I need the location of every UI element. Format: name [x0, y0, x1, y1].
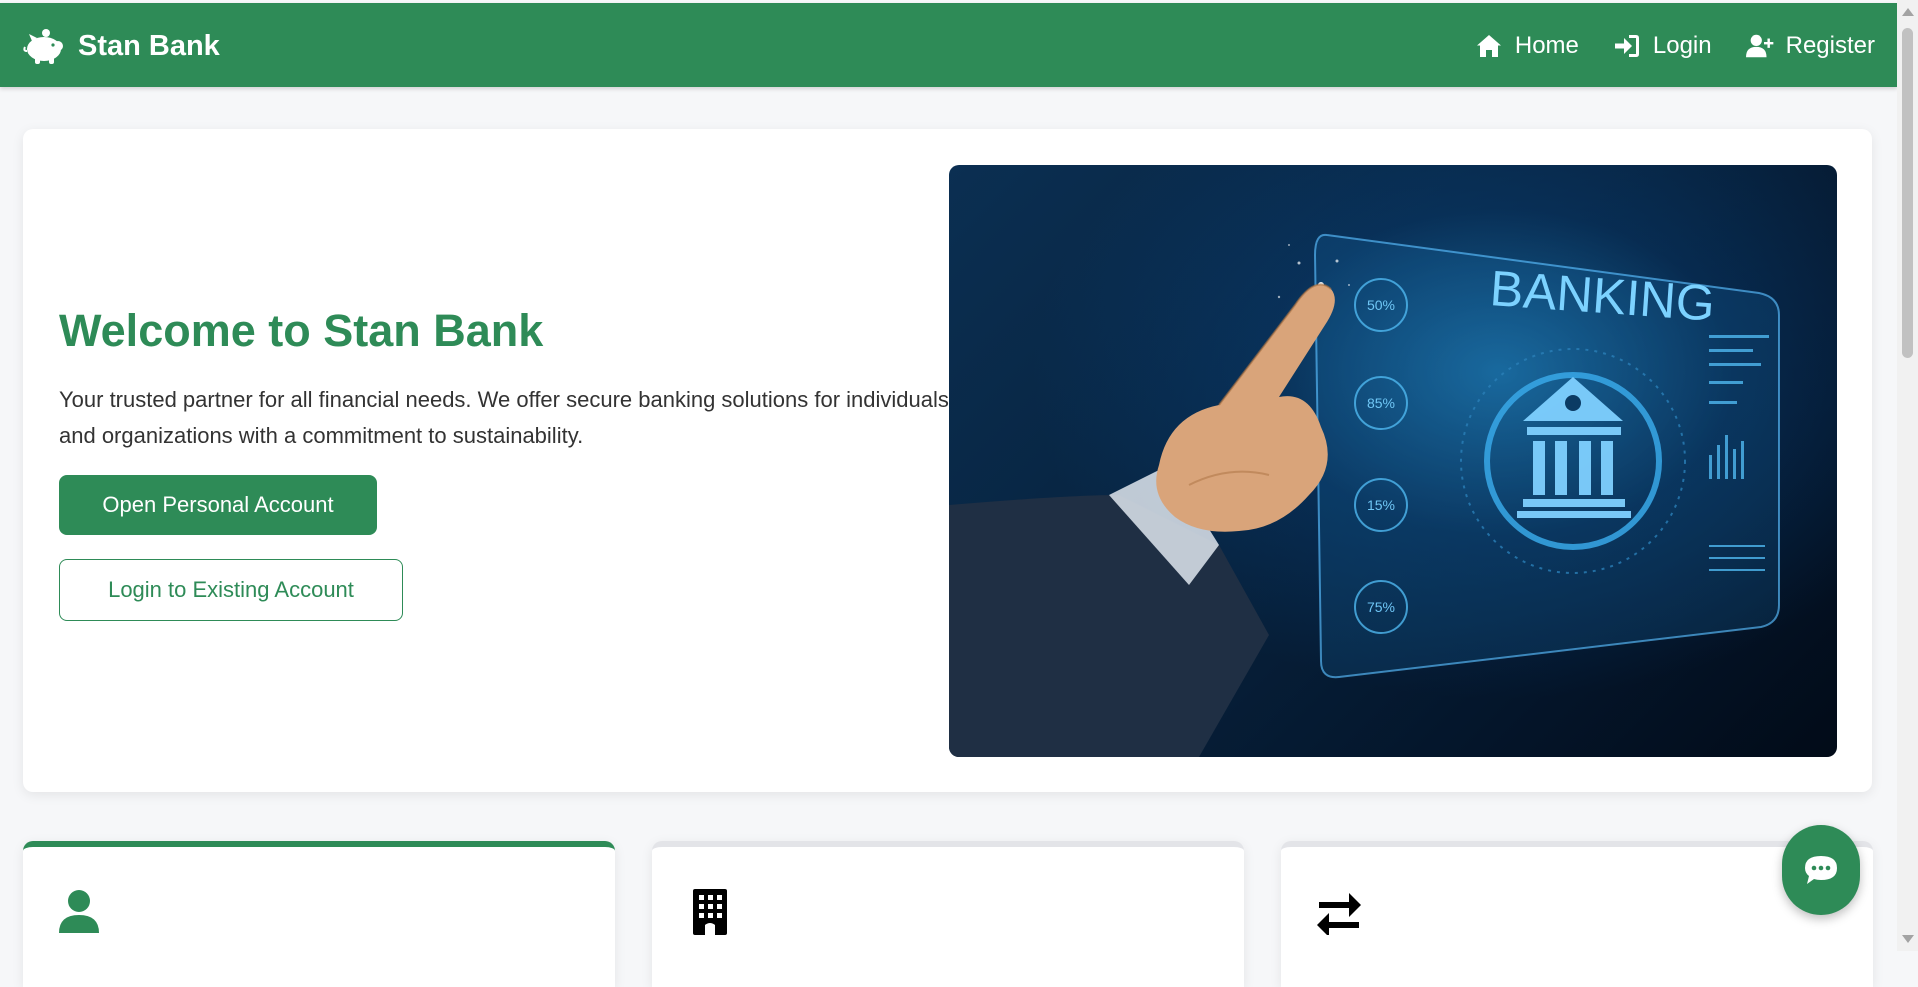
nav-login-link[interactable]: Login: [1613, 32, 1712, 60]
feature-card-business[interactable]: [652, 841, 1244, 987]
stat-label-2: 85%: [1367, 395, 1395, 411]
chat-button[interactable]: [1782, 825, 1860, 915]
brand-name: Stan Bank: [78, 29, 220, 62]
user-plus-icon: [1745, 34, 1773, 58]
scroll-up-arrow-icon[interactable]: [1902, 8, 1914, 16]
home-icon: [1476, 35, 1501, 57]
stat-label-3: 15%: [1367, 497, 1395, 513]
nav-register-label: Register: [1785, 32, 1875, 59]
piggy-bank-icon: [23, 29, 63, 64]
hero-description: Your trusted partner for all financial n…: [59, 387, 949, 448]
banking-illustration: BANKING 50% 85% 15% 75%: [949, 233, 1780, 757]
nav-register-link[interactable]: Register: [1745, 32, 1875, 60]
hero-title: Welcome to Stan Bank: [59, 305, 544, 356]
open-personal-account-button[interactable]: Open Personal Account: [59, 475, 377, 535]
user-icon: [59, 890, 99, 933]
hero-card: Welcome to Stan Bank Your trusted partne…: [23, 129, 1872, 792]
nav-links: Home Login Register: [1475, 27, 1875, 65]
sign-in-icon: [1614, 35, 1639, 57]
chat-bubble-icon: [1805, 856, 1837, 884]
brand-link[interactable]: Stan Bank: [22, 27, 220, 65]
stat-label-1: 50%: [1367, 297, 1395, 313]
building-icon: [693, 889, 727, 935]
navbar: Stan Bank Home Login Register: [0, 3, 1897, 87]
nav-home-link[interactable]: Home: [1475, 32, 1579, 60]
feature-card-personal[interactable]: [23, 841, 615, 987]
page-scrollbar[interactable]: [1897, 0, 1918, 951]
stat-label-4: 75%: [1367, 599, 1395, 615]
nav-login-label: Login: [1652, 32, 1712, 59]
banking-hero-image: BANKING 50% 85% 15% 75%: [949, 165, 1837, 757]
exchange-arrows-icon: [1317, 893, 1361, 935]
scrollbar-thumb[interactable]: [1902, 28, 1913, 358]
login-existing-account-button[interactable]: Login to Existing Account: [59, 559, 403, 621]
scroll-down-arrow-icon[interactable]: [1902, 935, 1914, 943]
nav-home-label: Home: [1514, 32, 1579, 59]
